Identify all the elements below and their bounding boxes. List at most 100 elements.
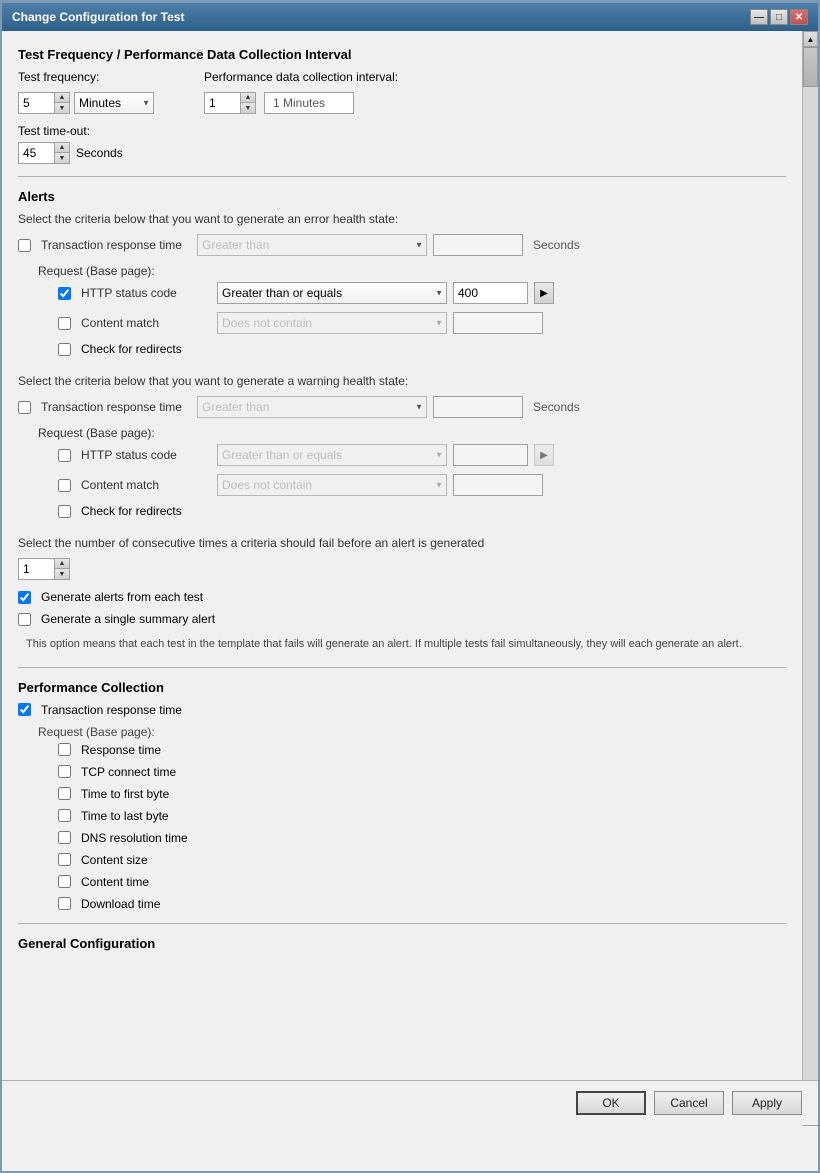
bottom-bar: OK Cancel Apply	[2, 1080, 818, 1125]
perf-time-first-byte-label: Time to first byte	[81, 787, 169, 801]
perf-interval-spinner-btns: ▲ ▼	[240, 93, 255, 113]
perf-time-first-byte-checkbox[interactable]	[58, 787, 71, 800]
perf-time-first-byte-row: Time to first byte	[18, 787, 786, 801]
warning-http-arrow-button[interactable]: ▶	[534, 444, 554, 466]
ok-button[interactable]: OK	[576, 1091, 646, 1115]
timeout-input[interactable]	[19, 143, 54, 163]
perf-interval-down[interactable]: ▼	[241, 103, 255, 113]
consecutive-spinner-btns: ▲ ▼	[54, 559, 69, 579]
close-button[interactable]: ✕	[790, 9, 808, 25]
test-frequency-down[interactable]: ▼	[55, 103, 69, 113]
perf-content-time-checkbox[interactable]	[58, 875, 71, 888]
error-http-comparison-wrapper[interactable]: Greater than or equals Greater than Less…	[217, 282, 447, 304]
warning-http-value-input[interactable]	[453, 444, 528, 466]
gen-alerts-each-checkbox[interactable]	[18, 591, 31, 604]
consecutive-down[interactable]: ▼	[55, 569, 69, 579]
test-frequency-up[interactable]: ▲	[55, 93, 69, 103]
perf-response-time-label: Response time	[81, 743, 161, 757]
apply-button[interactable]: Apply	[732, 1091, 802, 1115]
divider-3	[18, 923, 786, 924]
title-bar-buttons: — □ ✕	[750, 9, 808, 25]
perf-interval-controls: ▲ ▼ 1 Minutes	[204, 92, 398, 114]
error-transaction-unit: Seconds	[533, 238, 580, 252]
error-transaction-comparison-select[interactable]: Greater than	[197, 234, 427, 256]
warning-content-match-checkbox[interactable]	[58, 479, 71, 492]
error-http-value-input[interactable]	[453, 282, 528, 304]
error-http-comparison-select[interactable]: Greater than or equals Greater than Less…	[217, 282, 447, 304]
title-bar: Change Configuration for Test — □ ✕	[2, 3, 818, 31]
perf-time-last-byte-checkbox[interactable]	[58, 809, 71, 822]
warning-http-status-checkbox[interactable]	[58, 449, 71, 462]
general-section: General Configuration	[18, 936, 786, 999]
perf-transaction-checkbox[interactable]	[18, 703, 31, 716]
perf-response-time-checkbox[interactable]	[58, 743, 71, 756]
minimize-button[interactable]: —	[750, 9, 768, 25]
warning-content-match-label: Content match	[81, 478, 211, 492]
perf-download-time-label: Download time	[81, 897, 160, 911]
perf-interval-group: Performance data collection interval: ▲ …	[204, 70, 398, 114]
perf-content-time-row: Content time	[18, 875, 786, 889]
gen-alerts-each-label: Generate alerts from each test	[41, 590, 203, 604]
error-transaction-value-input[interactable]	[433, 234, 523, 256]
error-content-match-comparison-select[interactable]: Does not contain	[217, 312, 447, 334]
alerts-title: Alerts	[18, 189, 786, 204]
warning-http-comparison-wrapper: Greater than or equals	[217, 444, 447, 466]
perf-request-base-label: Request (Base page):	[18, 725, 786, 739]
perf-interval-up[interactable]: ▲	[241, 93, 255, 103]
error-content-match-checkbox[interactable]	[58, 317, 71, 330]
test-frequency-unit-select[interactable]: Minutes Hours Seconds	[74, 92, 154, 114]
error-content-match-label: Content match	[81, 316, 211, 330]
error-request-base-label: Request (Base page):	[18, 264, 786, 278]
warning-transaction-comparison-select[interactable]: Greater than	[197, 396, 427, 418]
perf-content-size-checkbox[interactable]	[58, 853, 71, 866]
timeout-spinner[interactable]: ▲ ▼	[18, 142, 70, 164]
error-transaction-checkbox[interactable]	[18, 239, 31, 252]
error-http-arrow-button[interactable]: ▶	[534, 282, 554, 304]
warning-transaction-checkbox[interactable]	[18, 401, 31, 414]
warning-http-status-row: HTTP status code Greater than or equals …	[18, 444, 786, 466]
scroll-track[interactable]	[803, 47, 818, 1110]
timeout-down[interactable]: ▼	[55, 153, 69, 163]
consecutive-up[interactable]: ▲	[55, 559, 69, 569]
perf-interval-text: 1 Minutes	[264, 92, 354, 114]
scroll-up-button[interactable]: ▲	[803, 31, 818, 47]
consecutive-input[interactable]	[19, 559, 54, 579]
timeout-up[interactable]: ▲	[55, 143, 69, 153]
perf-dns-resolution-checkbox[interactable]	[58, 831, 71, 844]
test-frequency-label: Test frequency:	[18, 70, 154, 84]
error-redirects-checkbox[interactable]	[58, 343, 71, 356]
perf-content-time-label: Content time	[81, 875, 149, 889]
cancel-button[interactable]: Cancel	[654, 1091, 724, 1115]
scroll-thumb[interactable]	[803, 47, 818, 87]
perf-interval-spinner[interactable]: ▲ ▼	[204, 92, 256, 114]
timeout-label: Test time-out:	[18, 124, 786, 138]
perf-transaction-row: Transaction response time	[18, 703, 786, 717]
warning-http-comparison-select[interactable]: Greater than or equals	[217, 444, 447, 466]
gen-alerts-each-row: Generate alerts from each test	[18, 590, 786, 604]
test-frequency-input[interactable]	[19, 93, 54, 113]
perf-tcp-connect-checkbox[interactable]	[58, 765, 71, 778]
consecutive-spinner[interactable]: ▲ ▼	[18, 558, 70, 580]
frequency-row: Test frequency: ▲ ▼	[18, 70, 786, 114]
warning-request-base-label: Request (Base page):	[18, 426, 786, 440]
warning-content-match-value-input[interactable]	[453, 474, 543, 496]
perf-tcp-connect-label: TCP connect time	[81, 765, 176, 779]
test-frequency-spinner[interactable]: ▲ ▼	[18, 92, 70, 114]
warning-transaction-row: Transaction response time Greater than S…	[18, 396, 786, 418]
warning-redirects-label: Check for redirects	[81, 504, 182, 518]
warning-redirects-checkbox[interactable]	[58, 505, 71, 518]
error-transaction-comparison-wrapper: Greater than	[197, 234, 427, 256]
maximize-button[interactable]: □	[770, 9, 788, 25]
perf-download-time-checkbox[interactable]	[58, 897, 71, 910]
warning-content-match-row: Content match Does not contain	[18, 474, 786, 496]
error-redirects-label: Check for redirects	[81, 342, 182, 356]
perf-interval-input[interactable]	[205, 93, 240, 113]
warning-content-match-comparison-select[interactable]: Does not contain	[217, 474, 447, 496]
test-frequency-unit-wrapper[interactable]: Minutes Hours Seconds	[74, 92, 154, 114]
perf-content-size-row: Content size	[18, 853, 786, 867]
error-content-match-value-input[interactable]	[453, 312, 543, 334]
consecutive-desc: Select the number of consecutive times a…	[18, 536, 786, 550]
warning-transaction-value-input[interactable]	[433, 396, 523, 418]
gen-single-alert-checkbox[interactable]	[18, 613, 31, 626]
error-http-status-checkbox[interactable]	[58, 287, 71, 300]
